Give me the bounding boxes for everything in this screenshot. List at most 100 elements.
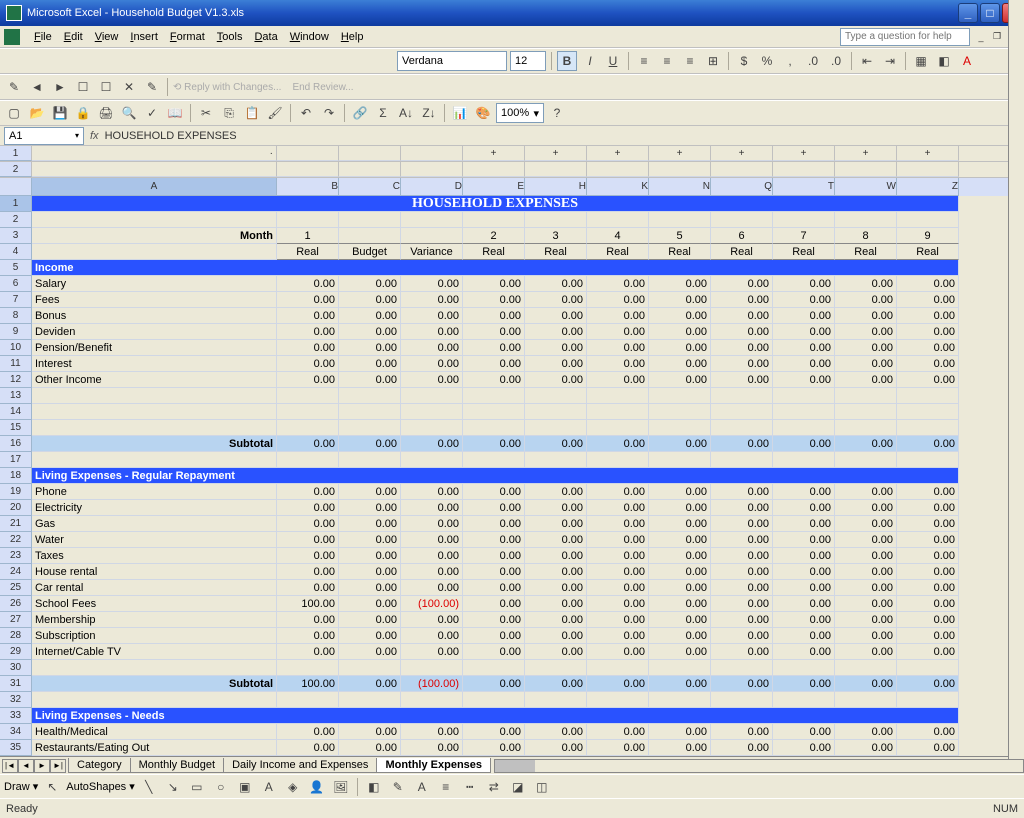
row-header-23[interactable]: 23 [0,548,32,564]
rectangle-button[interactable]: ▭ [187,777,207,797]
cell[interactable] [649,660,711,676]
cell[interactable] [897,388,959,404]
cell[interactable] [897,212,959,228]
section-header[interactable]: Living Expenses - Regular Repayment [32,468,959,484]
cell[interactable] [277,692,339,708]
cell[interactable] [649,388,711,404]
cell[interactable]: 0.00 [649,596,711,612]
cell[interactable]: Gas [32,516,277,532]
cell[interactable]: 0.00 [339,308,401,324]
cell[interactable]: 0.00 [277,372,339,388]
menu-data[interactable]: Data [248,29,283,45]
cell[interactable]: 4 [587,228,649,244]
cell[interactable] [711,452,773,468]
cell[interactable]: 0.00 [525,596,587,612]
col-header-B[interactable]: B [277,178,339,196]
zoom-select[interactable]: 100%▾ [496,103,544,123]
tab-last-button[interactable]: ►| [50,759,66,773]
cell[interactable]: Phone [32,484,277,500]
row-header-10[interactable]: 10 [0,340,32,356]
outline-expand-button[interactable]: + [649,146,711,161]
cell[interactable] [339,660,401,676]
cell[interactable]: 0.00 [835,564,897,580]
cell[interactable]: 0.00 [525,292,587,308]
cell[interactable]: 0.00 [587,500,649,516]
cell[interactable] [401,228,463,244]
cell[interactable] [339,228,401,244]
cell[interactable]: 0.00 [401,436,463,452]
cell[interactable]: 0.00 [897,564,959,580]
outline-expand-button[interactable]: + [463,146,525,161]
cell[interactable]: 0.00 [835,628,897,644]
cell[interactable]: Subscription [32,628,277,644]
cell[interactable] [711,420,773,436]
cell[interactable] [525,692,587,708]
cell[interactable]: 0.00 [401,276,463,292]
cell[interactable]: 0.00 [649,532,711,548]
row-header-18[interactable]: 18 [0,468,32,484]
cell[interactable]: Real [711,244,773,260]
cell[interactable]: 0.00 [773,676,835,692]
cell[interactable]: 0.00 [277,484,339,500]
cell[interactable]: Deviden [32,324,277,340]
cell[interactable] [463,212,525,228]
cell[interactable]: 0.00 [897,500,959,516]
align-left-button[interactable]: ≡ [634,51,654,71]
merge-button[interactable]: ⊞ [703,51,723,71]
row-header-15[interactable]: 15 [0,420,32,436]
cell[interactable]: 0.00 [649,548,711,564]
cell[interactable]: 0.00 [711,628,773,644]
cell[interactable]: 0.00 [401,740,463,756]
redo-button[interactable]: ↷ [319,103,339,123]
picture-button[interactable]: 🖼 [331,777,351,797]
cell[interactable]: 0.00 [463,596,525,612]
decrease-decimal-button[interactable]: .0 [826,51,846,71]
cell[interactable]: Subtotal [32,436,277,452]
row-header-31[interactable]: 31 [0,676,32,692]
cell[interactable]: 0.00 [587,324,649,340]
cell[interactable]: Month [32,228,277,244]
cell[interactable] [463,404,525,420]
doc-minimize-button[interactable]: _ [974,30,988,44]
col-header-Q[interactable]: Q [711,178,773,196]
select-all-button[interactable] [0,178,32,196]
cell[interactable]: Budget [339,244,401,260]
cell[interactable]: Real [463,244,525,260]
cell[interactable]: 0.00 [587,532,649,548]
cell[interactable]: 0.00 [463,740,525,756]
cell[interactable]: 0.00 [339,340,401,356]
cell[interactable]: 0.00 [339,372,401,388]
cell[interactable] [463,692,525,708]
cell[interactable]: 0.00 [835,372,897,388]
cell[interactable]: 0.00 [525,532,587,548]
shadow-button[interactable]: ◪ [508,777,528,797]
sort-desc-button[interactable]: Z↓ [419,103,439,123]
cell[interactable] [401,388,463,404]
cell[interactable]: 0.00 [773,516,835,532]
align-center-button[interactable]: ≡ [657,51,677,71]
formula-bar[interactable]: HOUSEHOLD EXPENSES [105,130,1020,142]
cell[interactable]: 0.00 [835,292,897,308]
cell[interactable]: 0.00 [463,564,525,580]
cell[interactable]: 0.00 [525,676,587,692]
cell[interactable]: 7 [773,228,835,244]
outline-level-1[interactable]: 1 [0,146,32,161]
tab-first-button[interactable]: |◄ [2,759,18,773]
cell[interactable]: 0.00 [711,740,773,756]
cell[interactable]: 0.00 [277,308,339,324]
cell[interactable]: 0.00 [525,564,587,580]
cell[interactable] [32,212,277,228]
cell[interactable]: Variance [401,244,463,260]
outline-expand-button[interactable] [339,146,401,161]
cell[interactable]: 0.00 [463,500,525,516]
research-button[interactable]: 📖 [165,103,185,123]
cell[interactable]: 0.00 [277,292,339,308]
cell[interactable]: School Fees [32,596,277,612]
undo-button[interactable]: ↶ [296,103,316,123]
cell[interactable]: 0.00 [463,516,525,532]
cell[interactable]: 0.00 [587,372,649,388]
cell[interactable]: 0.00 [897,596,959,612]
cell[interactable]: 0.00 [897,356,959,372]
cell[interactable]: 0.00 [277,612,339,628]
cell[interactable]: 0.00 [773,356,835,372]
